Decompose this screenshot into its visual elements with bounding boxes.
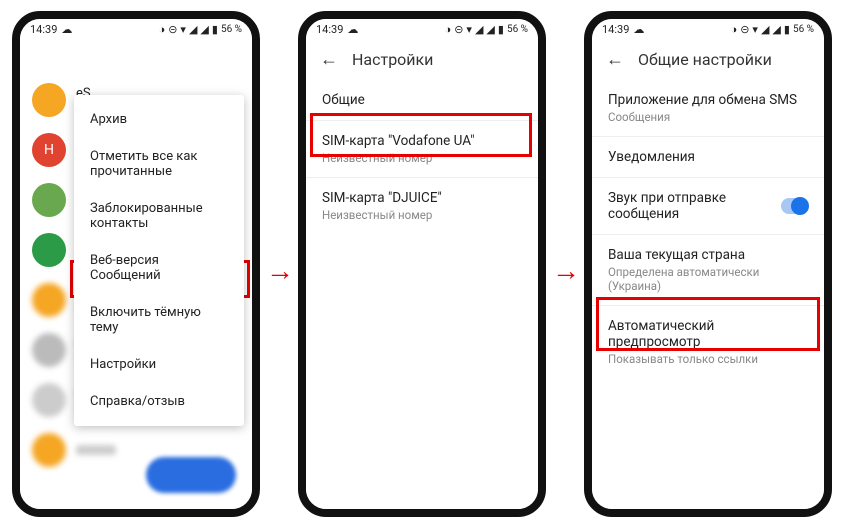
overflow-menu: Архив Отметить все как прочитанные Забло… — [74, 95, 244, 426]
avatar — [32, 283, 66, 317]
phone-1: 14:39 ☁ ◑ ⊝ ▾ ◢ ◢ ▮ 56 % eS Нс — [12, 11, 260, 517]
menu-dark-theme[interactable]: Включить тёмную тему — [74, 294, 244, 346]
menu-archive[interactable]: Архив — [74, 101, 244, 138]
signal-icon: ◢ — [475, 24, 483, 35]
phone-3: 14:39 ☁ ◑ ⊝ ▾ ◢ ◢ ▮ 56 % ← Общие настрой… — [584, 11, 832, 517]
avatar — [32, 83, 66, 117]
status-time: 14:39 — [30, 23, 57, 36]
settings-sim1[interactable]: SIM-карта "Vodafone UA" Неизвестный номе… — [306, 121, 538, 177]
settings-general[interactable]: Общие — [306, 80, 538, 120]
battery-level: 56 % — [221, 24, 242, 35]
status-bar: 14:39 ☁ ◑ ⊝ ▾ ◢ ◢ ▮ 56 % — [20, 19, 252, 39]
back-arrow-icon[interactable]: ← — [606, 49, 624, 70]
vibrate-icon: ◑ — [159, 24, 166, 35]
dnd-icon: ⊝ — [168, 24, 177, 35]
settings-header: ← Настройки — [306, 39, 538, 80]
dnd-icon: ⊝ — [454, 24, 463, 35]
general-settings-header: ← Общие настройки — [592, 39, 824, 80]
avatar — [32, 233, 66, 267]
settings-sim2[interactable]: SIM-карта "DJUICE" Неизвестный номер — [306, 178, 538, 234]
battery-icon: ▮ — [212, 24, 218, 35]
menu-mark-all-read[interactable]: Отметить все как прочитанные — [74, 138, 244, 190]
battery-level: 56 % — [793, 24, 814, 35]
signal-icon-2: ◢ — [486, 24, 494, 35]
avatar: H — [32, 133, 66, 167]
signal-icon: ◢ — [189, 24, 197, 35]
menu-web-messages[interactable]: Веб-версия Сообщений — [74, 242, 244, 294]
status-bar: 14:39 ☁ ◑ ⊝ ▾ ◢ ◢ ▮ 56 % — [306, 19, 538, 39]
status-time: 14:39 — [316, 23, 343, 36]
sms-app-item[interactable]: Приложение для обмена SMS Сообщения — [592, 80, 824, 136]
avatar — [32, 383, 66, 417]
back-arrow-icon[interactable]: ← — [320, 49, 338, 70]
vibrate-icon: ◑ — [731, 24, 738, 35]
vibrate-icon: ◑ — [445, 24, 452, 35]
avatar — [32, 333, 66, 367]
header-title: Общие настройки — [638, 50, 772, 69]
new-message-fab[interactable] — [146, 457, 236, 493]
menu-help-feedback[interactable]: Справка/отзыв — [74, 383, 244, 420]
avatar — [32, 433, 66, 467]
phone-2: 14:39 ☁ ◑ ⊝ ▾ ◢ ◢ ▮ 56 % ← Настройки Общ… — [298, 11, 546, 517]
cloud-icon: ☁ — [347, 23, 358, 36]
status-time: 14:39 — [602, 23, 629, 36]
battery-level: 56 % — [507, 24, 528, 35]
notifications-item[interactable]: Уведомления — [592, 137, 824, 177]
cloud-icon: ☁ — [61, 23, 72, 36]
status-bar: 14:39 ☁ ◑ ⊝ ▾ ◢ ◢ ▮ 56 % — [592, 19, 824, 39]
signal-icon: ◢ — [761, 24, 769, 35]
arrow-icon: → — [266, 254, 294, 287]
arrow-icon: → — [552, 254, 580, 287]
send-sound-item[interactable]: Звук при отправке сообщения — [592, 178, 824, 234]
wifi-icon: ▾ — [752, 24, 758, 35]
cloud-icon: ☁ — [633, 23, 644, 36]
wifi-icon: ▾ — [180, 24, 186, 35]
signal-icon-2: ◢ — [200, 24, 208, 35]
avatar — [32, 183, 66, 217]
menu-settings[interactable]: Настройки — [74, 346, 244, 383]
menu-blocked-contacts[interactable]: Заблокированные контакты — [74, 190, 244, 242]
header-title: Настройки — [352, 50, 433, 69]
signal-icon-2: ◢ — [772, 24, 780, 35]
battery-icon: ▮ — [498, 24, 504, 35]
send-sound-toggle[interactable] — [781, 198, 808, 214]
wifi-icon: ▾ — [466, 24, 472, 35]
auto-preview-item[interactable]: Автоматический предпросмотр Показывать т… — [592, 306, 824, 378]
battery-icon: ▮ — [784, 24, 790, 35]
dnd-icon: ⊝ — [740, 24, 749, 35]
country-item[interactable]: Ваша текущая страна Определена автоматич… — [592, 235, 824, 305]
